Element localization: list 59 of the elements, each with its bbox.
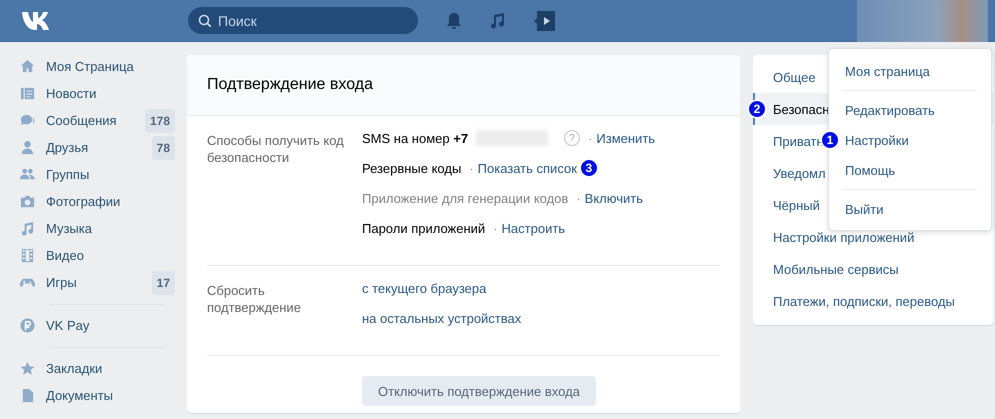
method-link[interactable]: Изменить — [596, 130, 656, 146]
menu-item-icon — [20, 113, 35, 128]
separator-dot: · — [493, 220, 498, 236]
step-marker: 2 — [749, 101, 765, 117]
sidebar-item[interactable]: Группы — [20, 161, 175, 188]
music-icon[interactable] — [489, 12, 505, 30]
bell-icon[interactable] — [446, 12, 462, 30]
menu-item-icon — [20, 194, 35, 209]
counter-badge: 17 — [152, 270, 175, 294]
counter-badge: 78 — [152, 136, 175, 160]
section-label: Способы получить код безопасности — [207, 132, 345, 167]
step-marker: 1 — [822, 132, 838, 148]
dropdown-item[interactable]: Редактировать — [845, 102, 935, 118]
menu-item-icon — [20, 221, 35, 236]
method-link[interactable]: Настроить — [502, 220, 566, 236]
card-title: Подтверждение входа — [207, 76, 373, 94]
dropdown-item[interactable]: Выйти — [845, 202, 884, 216]
separator-dot: · — [469, 160, 474, 176]
reset-link[interactable]: с текущего браузера — [362, 280, 486, 296]
method-label: Резервные коды — [362, 160, 462, 176]
sidebar-item[interactable]: Закладки — [20, 355, 175, 382]
menu-item-icon — [20, 140, 35, 155]
dropdown-item[interactable]: Моя страница — [845, 64, 930, 78]
sidebar-item[interactable]: Фотографии — [20, 188, 175, 215]
dropdown-item[interactable]: Помощь — [845, 162, 896, 178]
step-marker: 3 — [580, 160, 597, 176]
method-link[interactable]: Показать список — [478, 160, 577, 176]
sidebar-item[interactable]: Друзья 78 — [20, 134, 175, 161]
search-field[interactable]: Поиск — [188, 7, 418, 34]
separator-dot: · — [588, 130, 592, 146]
settings-menu-item[interactable]: Платежи, подписки, переводы — [753, 285, 993, 317]
profile-blur[interactable] — [857, 0, 988, 42]
sidebar-item[interactable]: Музыка — [20, 215, 175, 242]
document-icon — [20, 388, 35, 403]
sidebar-item[interactable]: Игры 17 — [20, 269, 175, 296]
dropdown-item[interactable]: Настройки — [845, 132, 909, 148]
section-label: Сбросить подтверждение — [207, 282, 302, 317]
sidebar-item[interactable]: Новости — [20, 80, 175, 107]
method-label: Приложение для генерации кодов — [362, 190, 568, 206]
counter-badge: 178 — [144, 108, 175, 132]
separator-dot: · — [576, 190, 581, 206]
sidebar-item[interactable]: Видео — [20, 242, 175, 269]
settings-menu-item[interactable]: Мобильные сервисы — [753, 253, 993, 285]
method-label: Пароли приложений — [362, 220, 486, 236]
ruble-coin-icon — [20, 318, 35, 333]
star-icon — [20, 361, 35, 376]
method-link[interactable]: Включить — [584, 190, 643, 206]
disable-confirmation-button[interactable]: Отключить подтверждение входа — [362, 376, 596, 406]
sidebar-item[interactable]: Документы — [20, 382, 175, 409]
menu-item-icon — [20, 248, 35, 263]
menu-item-icon — [20, 86, 35, 101]
reset-link[interactable]: на остальных устройствах — [362, 310, 522, 326]
sidebar-item[interactable]: Сообщения 178 — [20, 107, 175, 134]
menu-item-icon — [20, 167, 35, 182]
play-icon[interactable] — [533, 10, 557, 32]
sidebar-item[interactable]: VK Pay — [20, 312, 175, 339]
method-label: SMS на номер +7 — [362, 130, 468, 146]
sidebar-item[interactable]: Моя Страница — [20, 53, 175, 80]
menu-item-icon — [20, 59, 35, 74]
